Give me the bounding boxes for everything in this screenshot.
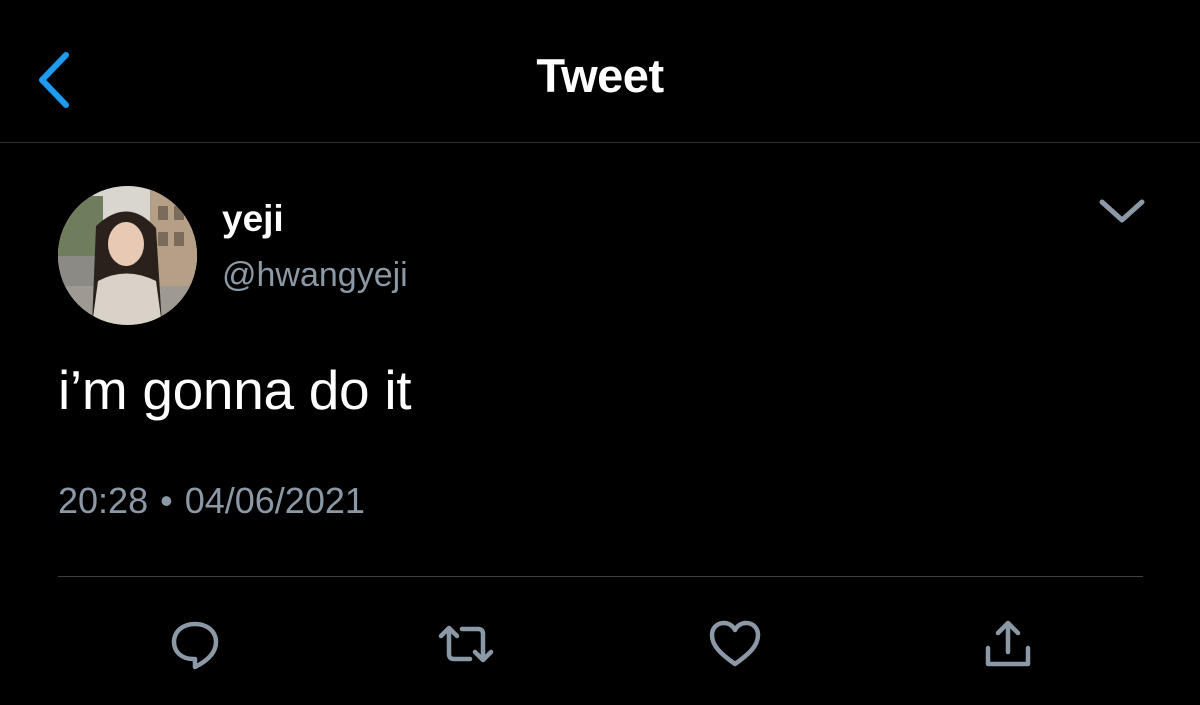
share-button[interactable] xyxy=(978,614,1038,674)
header-bar: Tweet xyxy=(0,0,1200,143)
tweet-time: 20:28 xyxy=(58,480,149,521)
share-icon xyxy=(985,620,1031,667)
avatar-photo xyxy=(58,186,197,325)
tweet-text: i’m gonna do it xyxy=(58,359,412,421)
heart-icon xyxy=(709,620,761,667)
separator-dot: • xyxy=(160,480,173,521)
avatar[interactable] xyxy=(58,186,197,325)
page-title: Tweet xyxy=(536,49,664,102)
divider xyxy=(58,576,1143,577)
more-options-button[interactable] xyxy=(1096,190,1148,230)
chevron-down-icon xyxy=(1099,199,1145,223)
retweet-icon xyxy=(438,625,494,663)
like-button[interactable] xyxy=(705,614,765,674)
tweet-timestamp: 20:28 • 04/06/2021 xyxy=(58,480,365,522)
author-handle[interactable]: @hwangyeji xyxy=(222,256,408,295)
author-display-name[interactable]: yeji xyxy=(222,198,284,240)
retweet-button[interactable] xyxy=(436,614,496,674)
reply-icon xyxy=(171,621,219,670)
tweet-detail-screen: Tweet yeji @hwangyeji i’m gonna do it 20… xyxy=(0,0,1200,705)
tweet-date: 04/06/2021 xyxy=(184,480,365,521)
reply-button[interactable] xyxy=(165,614,225,674)
